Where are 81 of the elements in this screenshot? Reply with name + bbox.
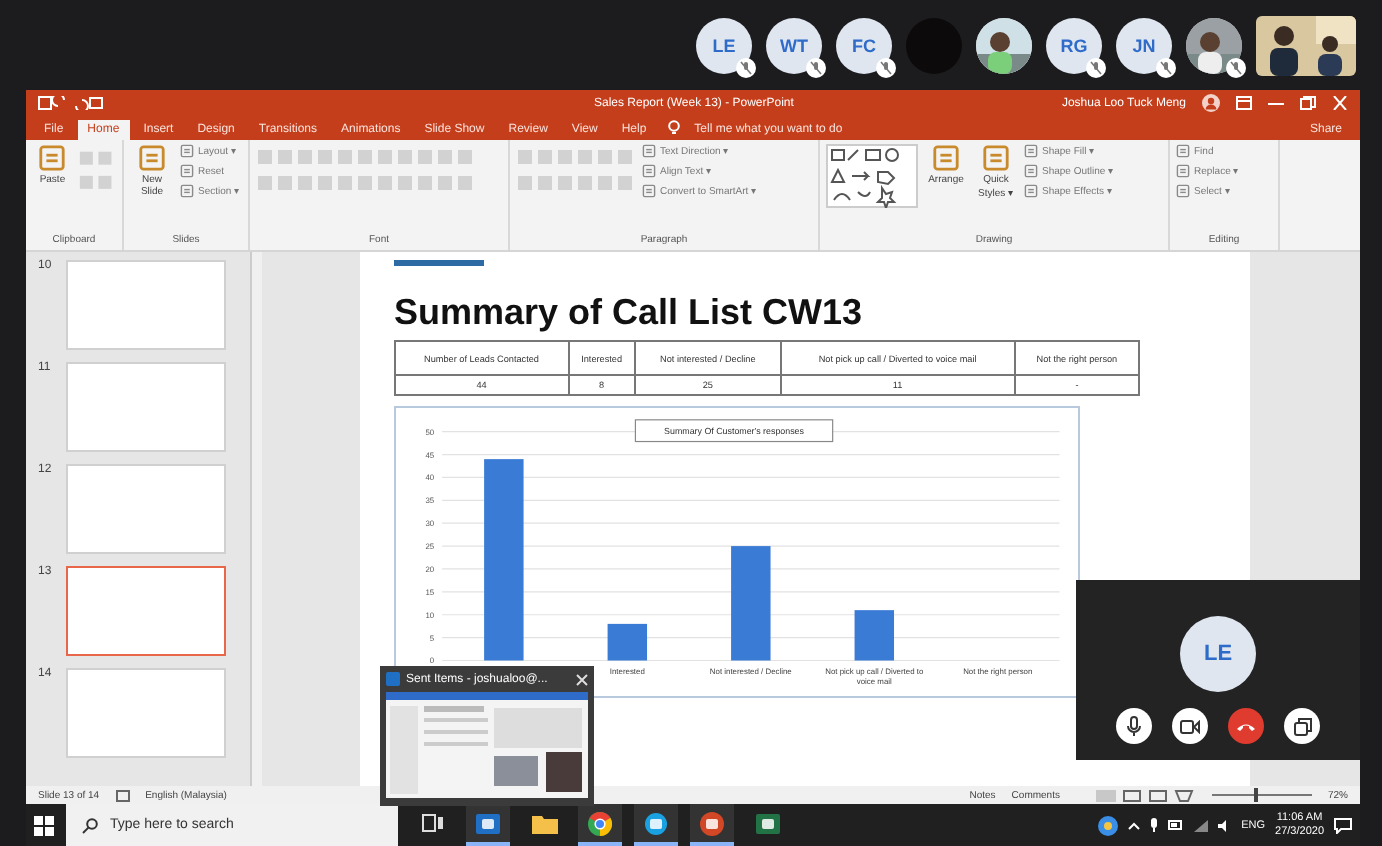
command-icon	[642, 184, 656, 198]
command-icon	[1024, 184, 1038, 198]
command-icon	[1176, 144, 1190, 158]
spelling-icon	[115, 789, 130, 801]
slide-thumbnail[interactable]	[66, 668, 226, 758]
command-icon	[1176, 164, 1190, 178]
network-icon[interactable]	[1193, 819, 1208, 831]
microphone-button[interactable]	[1116, 708, 1152, 744]
slide-thumbnail[interactable]	[66, 566, 226, 656]
chevron-up-icon[interactable]	[1127, 821, 1140, 829]
taskbar-app[interactable]	[690, 804, 734, 846]
command-icon	[642, 144, 656, 158]
help-icon[interactable]	[1097, 815, 1118, 835]
zoom-slider-thumb[interactable]	[1254, 788, 1259, 802]
hang-up-button[interactable]	[1228, 708, 1264, 744]
shapes-gallery-icon[interactable]	[826, 144, 918, 208]
microphone-icon	[1149, 818, 1158, 832]
chart-bar	[731, 546, 771, 661]
mail-app-icon[interactable]	[476, 811, 500, 835]
mic-off-icon	[1086, 57, 1106, 77]
view-buttons-drawing[interactable]	[1095, 789, 1196, 801]
taskbar-app[interactable]	[634, 804, 678, 846]
participant-avatar[interactable]: WT	[766, 17, 822, 73]
microphone-icon	[1126, 716, 1142, 736]
mic-off-icon	[1226, 57, 1246, 77]
command-icon	[642, 164, 656, 178]
user-avatar-icon[interactable]	[1201, 94, 1220, 112]
taskbar-app[interactable]	[578, 804, 622, 846]
search-icon	[82, 817, 98, 833]
windows-icon	[1293, 717, 1311, 735]
scrollbar[interactable]	[250, 252, 262, 786]
command-icon	[932, 144, 960, 172]
spreadsheet-app-icon[interactable]	[756, 811, 780, 835]
command-icon	[180, 184, 194, 198]
mic-off-icon	[736, 57, 756, 77]
phone-icon	[1236, 721, 1256, 731]
participant-avatar[interactable]	[976, 17, 1032, 73]
chart-bar	[607, 623, 648, 661]
chart-bar	[854, 610, 894, 661]
command-icon	[1024, 144, 1038, 158]
command-icon	[180, 164, 194, 178]
presentation-app-icon[interactable]	[700, 811, 724, 835]
lightbulb-icon	[668, 120, 681, 136]
ribbon-display-icon[interactable]	[1235, 96, 1252, 110]
mic-off-icon	[876, 57, 896, 77]
folder-icon[interactable]	[531, 813, 557, 833]
participant-avatar: LE	[1180, 616, 1256, 692]
camera-icon	[1180, 719, 1200, 733]
command-icon	[1176, 184, 1190, 198]
command-icon	[38, 144, 67, 172]
command-icon	[180, 144, 194, 158]
participant-avatar[interactable]: LE	[696, 17, 752, 73]
slide-thumbnail[interactable]	[66, 362, 226, 452]
command-icon	[1024, 164, 1038, 178]
participant-avatar[interactable]	[1186, 17, 1242, 73]
slide-thumbnail[interactable]	[66, 260, 226, 350]
notification-icon[interactable]	[1334, 817, 1352, 833]
task-view-icon[interactable]	[421, 814, 443, 832]
participant-avatar[interactable]: JN	[1116, 17, 1172, 73]
mic-off-icon	[806, 57, 826, 77]
slide-title: Summary of Call List CW13	[394, 292, 865, 334]
command-icon	[982, 144, 1010, 172]
close-icon[interactable]	[576, 673, 588, 685]
mail-app-icon	[386, 672, 400, 686]
participant-avatar[interactable]: FC	[836, 17, 892, 73]
command-icon	[138, 144, 166, 172]
switch-window-button[interactable]	[1284, 708, 1320, 744]
participant-video[interactable]	[1256, 15, 1356, 75]
chat-app-icon[interactable]	[644, 811, 668, 835]
restore-icon[interactable]	[1299, 96, 1316, 110]
camera-button[interactable]	[1172, 708, 1208, 744]
battery-icon[interactable]	[1167, 820, 1184, 830]
accent-bar	[394, 260, 484, 266]
slide-thumbnail[interactable]	[66, 464, 226, 554]
start-icon[interactable]	[34, 815, 54, 835]
browser-icon[interactable]	[588, 811, 612, 835]
quick-access-icons-drawing[interactable]	[38, 96, 106, 110]
speaker-icon[interactable]	[1217, 819, 1232, 831]
mic-off-icon	[1156, 57, 1176, 77]
taskbar-app[interactable]	[466, 804, 510, 846]
participant-avatar[interactable]: RG	[1046, 17, 1102, 73]
